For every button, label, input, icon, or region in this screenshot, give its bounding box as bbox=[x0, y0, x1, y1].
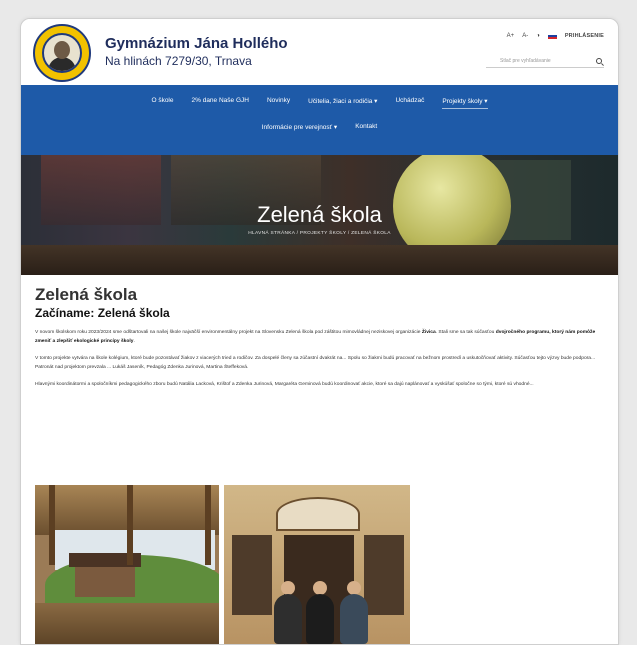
nav-item-informacie[interactable]: Informácie pre verejnosť ▾ bbox=[262, 123, 337, 131]
p1-text-a: V novom školskom roku 2023/2024 sme odšt… bbox=[35, 330, 422, 335]
search-placeholder: Stlač pre vyhľadávanie bbox=[500, 58, 551, 64]
nav-item-o-skole[interactable]: O škole bbox=[151, 97, 173, 109]
photo2-window-right bbox=[364, 535, 404, 615]
login-link[interactable]: PRIHLÁSENIE bbox=[565, 33, 604, 39]
photo2-person bbox=[340, 594, 368, 644]
photo2-person-head bbox=[313, 581, 327, 595]
p1-text-c: . Stali sme sa tak súčasťou bbox=[435, 330, 496, 335]
photo2-person-head bbox=[281, 581, 295, 595]
hero-banner: Zelená škola HLAVNÁ STRÁNKA / PROJEKTY Š… bbox=[21, 155, 618, 275]
photo1-house bbox=[69, 553, 141, 597]
search-input[interactable]: Stlač pre vyhľadávanie bbox=[486, 55, 604, 68]
nav-item-kontakt[interactable]: Kontakt bbox=[355, 123, 377, 131]
slovak-flag-icon[interactable] bbox=[547, 33, 557, 39]
site-header: Gymnázium Jána Hollého Na hlinách 7279/3… bbox=[21, 19, 618, 87]
photo1-beam bbox=[205, 485, 211, 565]
photo2-shop-sign bbox=[276, 497, 360, 531]
hero-table bbox=[21, 245, 618, 275]
article-subtitle: Začíname: Zelená škola bbox=[35, 306, 170, 320]
article-content: Zelená škola Začíname: Zelená škola V no… bbox=[35, 285, 605, 389]
school-name[interactable]: Gymnázium Jána Hollého bbox=[105, 35, 288, 52]
photo1-beam bbox=[49, 485, 55, 565]
nav-item-projekty[interactable]: Projekty školy ▾ bbox=[442, 97, 488, 109]
nav-item-uchadzac[interactable]: Uchádzač bbox=[395, 97, 424, 109]
paragraph-3: Hlavnými koordinátormi a spoločníkmi ped… bbox=[35, 382, 534, 387]
p1-bold-zivica: Živica bbox=[421, 330, 436, 335]
nav-item-ucitelia[interactable]: Učitelia, žiaci a rodičia ▾ bbox=[308, 97, 377, 109]
font-larger-button[interactable]: A+ bbox=[507, 33, 515, 39]
photo1-beam bbox=[127, 485, 133, 565]
photo2-window-left bbox=[232, 535, 272, 615]
search-icon[interactable] bbox=[596, 58, 602, 64]
p1-text-e: . bbox=[133, 339, 135, 344]
photo2-person-head bbox=[347, 581, 361, 595]
photo1-deck bbox=[35, 603, 219, 644]
browser-frame: Gymnázium Jána Hollého Na hlinách 7279/3… bbox=[20, 18, 619, 645]
photo-eco-shop-visit[interactable] bbox=[224, 485, 410, 644]
paragraph-2: V tomto projekte vytvára na škole kolégi… bbox=[35, 356, 596, 370]
logo-bust bbox=[48, 57, 76, 71]
logo-face bbox=[54, 41, 70, 59]
school-address: Na hlinách 7279/30, Trnava bbox=[105, 54, 252, 68]
font-smaller-button[interactable]: A- bbox=[522, 33, 528, 39]
main-nav: O škole 2% dane Naše GJH Novinky Učiteli… bbox=[21, 85, 618, 155]
photo2-person bbox=[274, 594, 302, 644]
nav-row-2: Informácie pre verejnosť ▾ Kontakt bbox=[21, 123, 618, 131]
nav-item-2-percent[interactable]: 2% dane Naše GJH bbox=[192, 97, 249, 109]
hero-title: Zelená škola bbox=[257, 202, 382, 227]
accessibility-toolbar: A+ A- ◑ PRIHLÁSENIE bbox=[507, 33, 604, 39]
school-logo[interactable] bbox=[33, 24, 91, 82]
nav-row-1: O škole 2% dane Naše GJH Novinky Učiteli… bbox=[21, 97, 618, 109]
photo-school-pavilion[interactable] bbox=[35, 485, 219, 644]
paragraph-1: V novom školskom roku 2023/2024 sme odšt… bbox=[35, 328, 605, 346]
page-title: Zelená škola bbox=[35, 285, 138, 304]
photo2-person bbox=[306, 594, 334, 644]
photo-gallery bbox=[35, 485, 415, 644]
breadcrumb[interactable]: HLAVNÁ STRÁNKA / PROJEKTY ŠKOLY / ZELENÁ… bbox=[21, 231, 618, 236]
logo-portrait bbox=[42, 33, 82, 73]
nav-item-novinky[interactable]: Novinky bbox=[267, 97, 290, 109]
contrast-icon[interactable]: ◑ bbox=[536, 33, 540, 39]
